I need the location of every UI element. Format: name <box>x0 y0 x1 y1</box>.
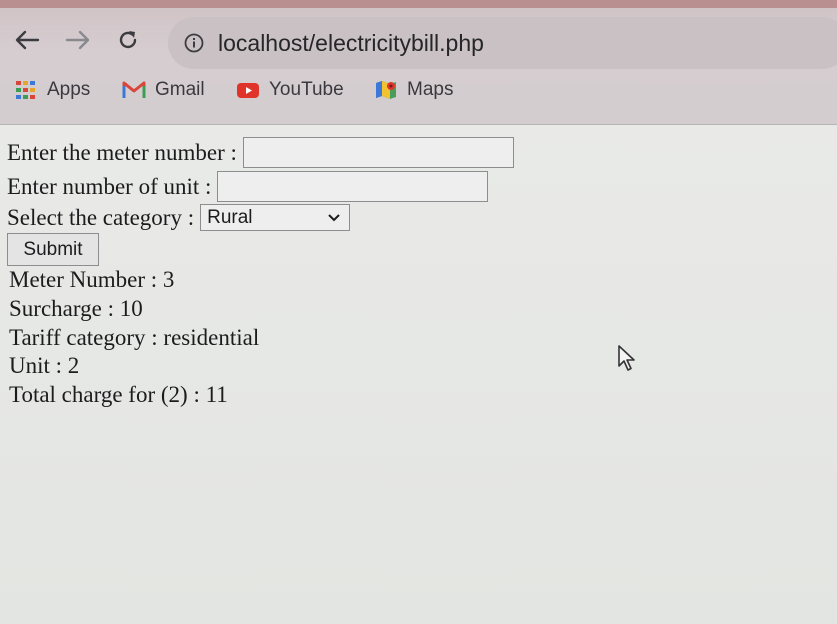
result-tariff-category: Tariff category : residential <box>9 325 260 350</box>
category-row: Select the category : Rural <box>7 204 351 231</box>
apps-grid-icon <box>14 78 38 102</box>
unit-count-input[interactable] <box>217 171 489 202</box>
category-selected-value: Rural <box>207 206 253 228</box>
meter-number-label: Enter the meter number : <box>7 139 237 165</box>
bookmark-label: Gmail <box>155 79 205 100</box>
chevron-down-icon <box>328 213 340 221</box>
submit-button[interactable]: Submit <box>7 233 99 266</box>
category-label: Select the category : <box>7 204 195 230</box>
bookmark-label: YouTube <box>269 79 344 100</box>
bookmark-label: Apps <box>47 79 91 100</box>
reload-icon <box>119 31 137 49</box>
gmail-icon <box>122 78 146 102</box>
bookmark-gmail[interactable]: Gmail <box>122 78 205 102</box>
address-bar[interactable]: localhost/electricitybill.php <box>168 17 837 69</box>
info-icon[interactable] <box>184 33 204 53</box>
meter-number-input[interactable] <box>242 137 514 168</box>
mouse-pointer-icon <box>617 344 639 377</box>
url-text[interactable]: localhost/electricitybill.php <box>218 30 484 57</box>
browser-chrome: localhost/electricitybill.php Apps Gmail… <box>0 0 837 125</box>
unit-count-label: Enter number of unit : <box>7 173 212 199</box>
bookmark-apps[interactable]: Apps <box>14 78 90 102</box>
bookmark-label: Maps <box>407 79 454 100</box>
bookmarks-bar: Apps Gmail YouTube Maps <box>0 72 837 112</box>
bookmark-youtube[interactable]: YouTube <box>236 78 344 102</box>
back-arrow-icon <box>15 30 40 50</box>
youtube-icon <box>236 78 260 102</box>
result-unit: Unit : 2 <box>9 353 80 378</box>
forward-arrow-icon <box>65 30 90 50</box>
back-button[interactable] <box>13 26 41 54</box>
result-total-charge: Total charge for (2) : 11 <box>9 382 228 407</box>
page-content: Enter the meter number : Enter number of… <box>0 125 837 624</box>
maps-icon <box>374 78 398 102</box>
tab-strip <box>0 0 837 8</box>
bookmark-maps[interactable]: Maps <box>374 78 453 102</box>
forward-button[interactable] <box>64 26 92 54</box>
meter-number-row: Enter the meter number : <box>7 137 514 168</box>
category-select[interactable]: Rural <box>200 204 351 231</box>
reload-button[interactable] <box>114 26 142 54</box>
result-meter-number: Meter Number : 3 <box>9 267 175 292</box>
unit-count-row: Enter number of unit : <box>7 171 489 202</box>
result-surcharge: Surcharge : 10 <box>9 296 143 321</box>
